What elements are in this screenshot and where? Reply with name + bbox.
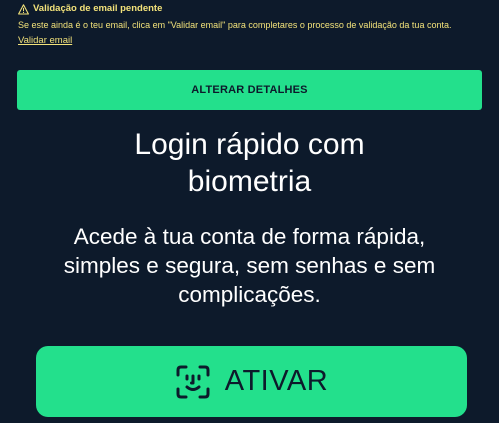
promo-title-line-1: Login rápido com [134,128,365,161]
activate-label: ATIVAR [224,365,329,397]
face-id-icon [175,364,211,400]
promo-title: Login rápido com biometria [0,126,499,200]
alert-title: Validação de email pendente [33,3,163,14]
email-validation-alert: Validação de email pendente Se este aind… [18,3,488,48]
promo-title-line-2: biometria [187,165,312,198]
validate-email-link[interactable]: Validar email [18,35,72,46]
activate-button[interactable]: ATIVAR [36,346,467,417]
change-details-label: ALTERAR DETALHES [191,84,308,96]
alert-header: Validação de email pendente [18,3,488,15]
promo-subtitle: Acede à tua conta de forma rápida, simpl… [63,224,436,307]
alert-message: Se este ainda é o teu email, clica em "V… [18,20,452,30]
change-details-button[interactable]: ALTERAR DETALHES [17,70,482,110]
warning-triangle-icon [18,3,29,15]
biometric-login-screen: Validação de email pendente Se este aind… [0,0,499,423]
